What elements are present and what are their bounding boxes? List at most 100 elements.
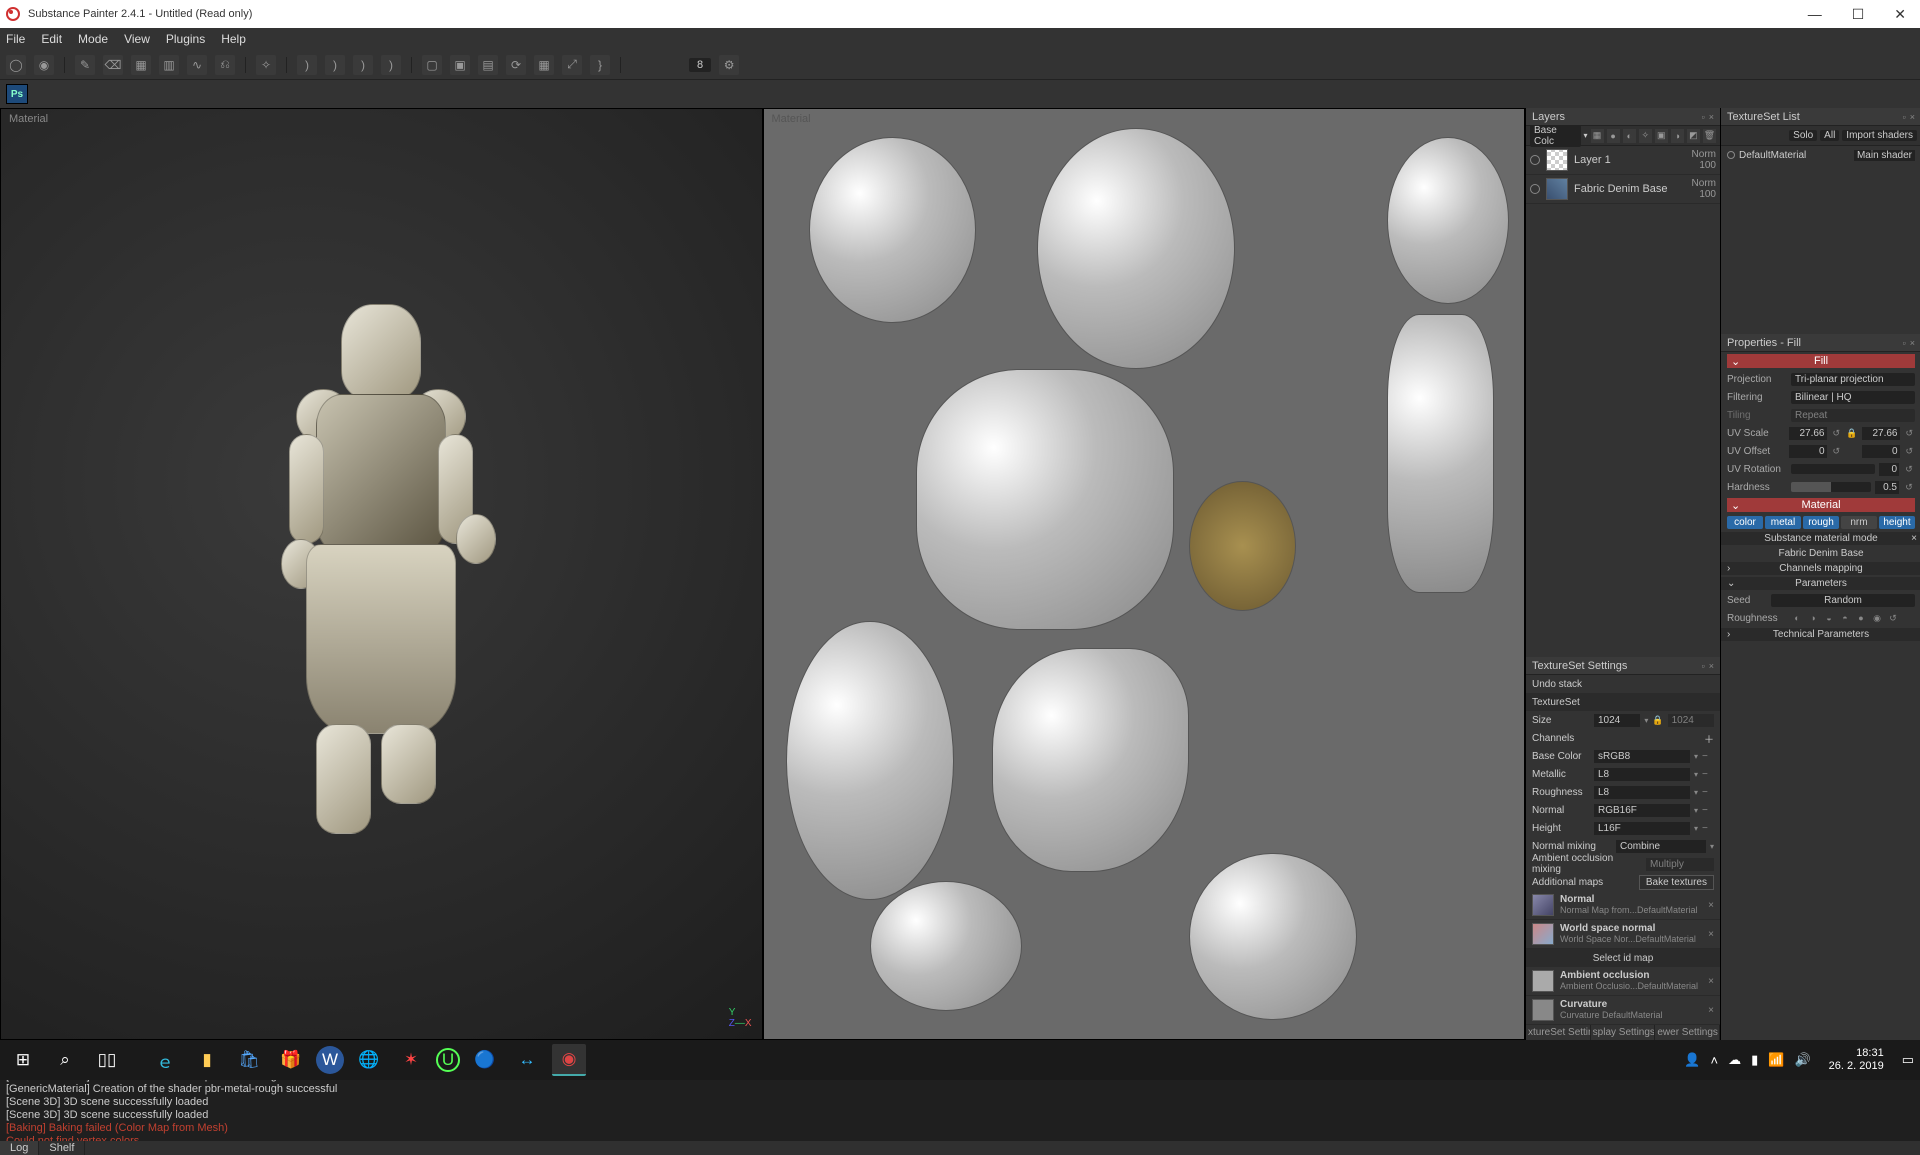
- display-next-icon[interactable]: }: [590, 55, 610, 75]
- reset-icon[interactable]: ↺: [1903, 464, 1915, 475]
- add-layer-icon[interactable]: ▦: [1591, 129, 1604, 143]
- brush-size[interactable]: 8: [689, 58, 711, 72]
- smart-mask-icon[interactable]: ◩: [1687, 129, 1700, 143]
- uvscale-y-input[interactable]: [1862, 427, 1900, 440]
- projection-select[interactable]: Tri-planar projection: [1791, 373, 1915, 386]
- notifications-icon[interactable]: ▭: [1902, 1052, 1914, 1068]
- clock[interactable]: 18:31 26. 2. 2019: [1821, 1047, 1892, 1073]
- photoshop-export-icon[interactable]: Ps: [6, 84, 28, 104]
- tray-expand-icon[interactable]: ˄: [1711, 1053, 1719, 1068]
- reset-icon[interactable]: ↺: [1887, 613, 1899, 624]
- channels-mapping-row[interactable]: ›Channels mapping: [1721, 562, 1920, 575]
- explorer-icon[interactable]: ▮: [190, 1044, 224, 1076]
- edge-icon[interactable]: ｅ: [148, 1044, 182, 1076]
- hardness-slider[interactable]: [1791, 482, 1871, 492]
- remove-channel-icon[interactable]: −: [1702, 787, 1714, 798]
- pill-nrm[interactable]: nrm: [1841, 516, 1877, 529]
- add-mask-icon[interactable]: ◐: [1623, 129, 1636, 143]
- preset-icon[interactable]: ◓: [1839, 613, 1851, 623]
- close-icon[interactable]: ×: [1910, 112, 1915, 122]
- tool-persp-icon[interactable]: ◉: [34, 55, 54, 75]
- toggle-icon[interactable]: ◑: [1671, 129, 1684, 143]
- gift-icon[interactable]: 🎁: [274, 1044, 308, 1076]
- tool-particle-icon[interactable]: ✧: [256, 55, 276, 75]
- hardness-input[interactable]: [1875, 481, 1899, 494]
- layer-row[interactable]: Fabric Denim Base Norm100: [1526, 175, 1720, 204]
- preset-icon[interactable]: ◉: [1871, 613, 1883, 624]
- search-icon[interactable]: ⌕: [48, 1044, 82, 1076]
- all-button[interactable]: All: [1820, 130, 1839, 141]
- close-icon[interactable]: ×: [1709, 112, 1714, 122]
- undo-stack-button[interactable]: Undo stack: [1526, 675, 1720, 693]
- menu-plugins[interactable]: Plugins: [166, 32, 205, 46]
- pill-metal[interactable]: metal: [1765, 516, 1801, 529]
- add-channel-icon[interactable]: ＋: [1704, 731, 1714, 746]
- close-icon[interactable]: ×: [1911, 533, 1917, 544]
- material-section-head[interactable]: ⌄Material: [1727, 498, 1915, 512]
- task-view-icon[interactable]: ▯▯: [90, 1044, 124, 1076]
- map-item[interactable]: CurvatureCurvature DefaultMaterial×: [1526, 996, 1720, 1025]
- onedrive-icon[interactable]: ☁: [1728, 1052, 1741, 1068]
- wifi-icon[interactable]: 📶: [1768, 1052, 1784, 1068]
- sym-z-icon[interactable]: ): [353, 55, 373, 75]
- parameters-row[interactable]: ⌄Parameters: [1721, 577, 1920, 590]
- view-single-icon[interactable]: ▢: [422, 55, 442, 75]
- remove-channel-icon[interactable]: −: [1702, 805, 1714, 816]
- undock-icon[interactable]: ▫: [1702, 661, 1705, 671]
- people-icon[interactable]: 👤: [1684, 1052, 1700, 1068]
- uvrotation-input[interactable]: [1879, 463, 1899, 476]
- store-icon[interactable]: 🛍: [232, 1044, 266, 1076]
- remove-channel-icon[interactable]: −: [1702, 751, 1714, 762]
- delete-layer-icon[interactable]: 🗑: [1703, 129, 1716, 143]
- tool-smudge-icon[interactable]: ∿: [187, 55, 207, 75]
- lock-icon[interactable]: 🔒: [1652, 715, 1663, 726]
- random-button[interactable]: Random: [1771, 594, 1915, 607]
- undock-icon[interactable]: ▫: [1903, 338, 1906, 348]
- tool-polyfill-icon[interactable]: ▥: [159, 55, 179, 75]
- tab-display[interactable]: splay Settings: [1591, 1025, 1656, 1040]
- remove-channel-icon[interactable]: −: [1702, 823, 1714, 834]
- channel-selector[interactable]: Base Colc: [1530, 125, 1581, 147]
- reset-icon[interactable]: ↺: [1904, 428, 1916, 439]
- viewport-2d[interactable]: Material: [763, 108, 1526, 1040]
- add-folder-icon[interactable]: ▣: [1655, 129, 1668, 143]
- tool-ortho-icon[interactable]: ◯: [6, 55, 26, 75]
- word-icon[interactable]: W: [316, 1046, 344, 1074]
- remove-map-icon[interactable]: ×: [1708, 1005, 1714, 1016]
- app-icon[interactable]: U: [436, 1048, 460, 1072]
- tab-shelf[interactable]: Shelf: [39, 1141, 85, 1155]
- solo-button[interactable]: Solo: [1789, 130, 1817, 141]
- import-shaders-button[interactable]: Import shaders: [1842, 130, 1917, 141]
- tool-eraser-icon[interactable]: ⌫: [103, 55, 123, 75]
- shader-select[interactable]: Main shader: [1854, 150, 1915, 161]
- sym-radial-icon[interactable]: ): [381, 55, 401, 75]
- tech-params-row[interactable]: ›Technical Parameters: [1721, 628, 1920, 641]
- menu-file[interactable]: File: [6, 32, 25, 46]
- reset-icon[interactable]: ↺: [1831, 428, 1843, 439]
- pill-rough[interactable]: rough: [1803, 516, 1839, 529]
- menu-mode[interactable]: Mode: [78, 32, 108, 46]
- pill-height[interactable]: height: [1879, 516, 1915, 529]
- viewport-3d[interactable]: Material Y Z—X: [0, 108, 763, 1040]
- uvoffset-y-input[interactable]: [1862, 445, 1900, 458]
- view-split-icon[interactable]: ▣: [450, 55, 470, 75]
- fill-section-head[interactable]: ⌄Fill: [1727, 354, 1915, 368]
- size-w-select[interactable]: 1024: [1594, 714, 1640, 727]
- map-item[interactable]: Ambient occlusionAmbient Occlusio...Defa…: [1526, 967, 1720, 996]
- fullscreen-icon[interactable]: ⤢: [562, 55, 582, 75]
- bake-textures-button[interactable]: Bake textures: [1639, 875, 1714, 890]
- battery-icon[interactable]: ▮: [1751, 1052, 1758, 1068]
- preset-icon[interactable]: ●: [1855, 613, 1867, 623]
- remove-map-icon[interactable]: ×: [1708, 929, 1714, 940]
- add-fill-icon[interactable]: ●: [1607, 129, 1620, 143]
- sym-x-icon[interactable]: ): [297, 55, 317, 75]
- add-effect-icon[interactable]: ✧: [1639, 129, 1652, 143]
- preset-icon[interactable]: ◒: [1823, 613, 1835, 623]
- brush-settings-icon[interactable]: ⚙: [719, 55, 739, 75]
- undock-icon[interactable]: ▫: [1903, 112, 1906, 122]
- tool-projection-icon[interactable]: ▦: [131, 55, 151, 75]
- remove-channel-icon[interactable]: −: [1702, 769, 1714, 780]
- reset-icon[interactable]: ↺: [1904, 446, 1916, 457]
- uvrotation-slider[interactable]: [1791, 464, 1875, 474]
- close-button[interactable]: ✕: [1894, 6, 1906, 23]
